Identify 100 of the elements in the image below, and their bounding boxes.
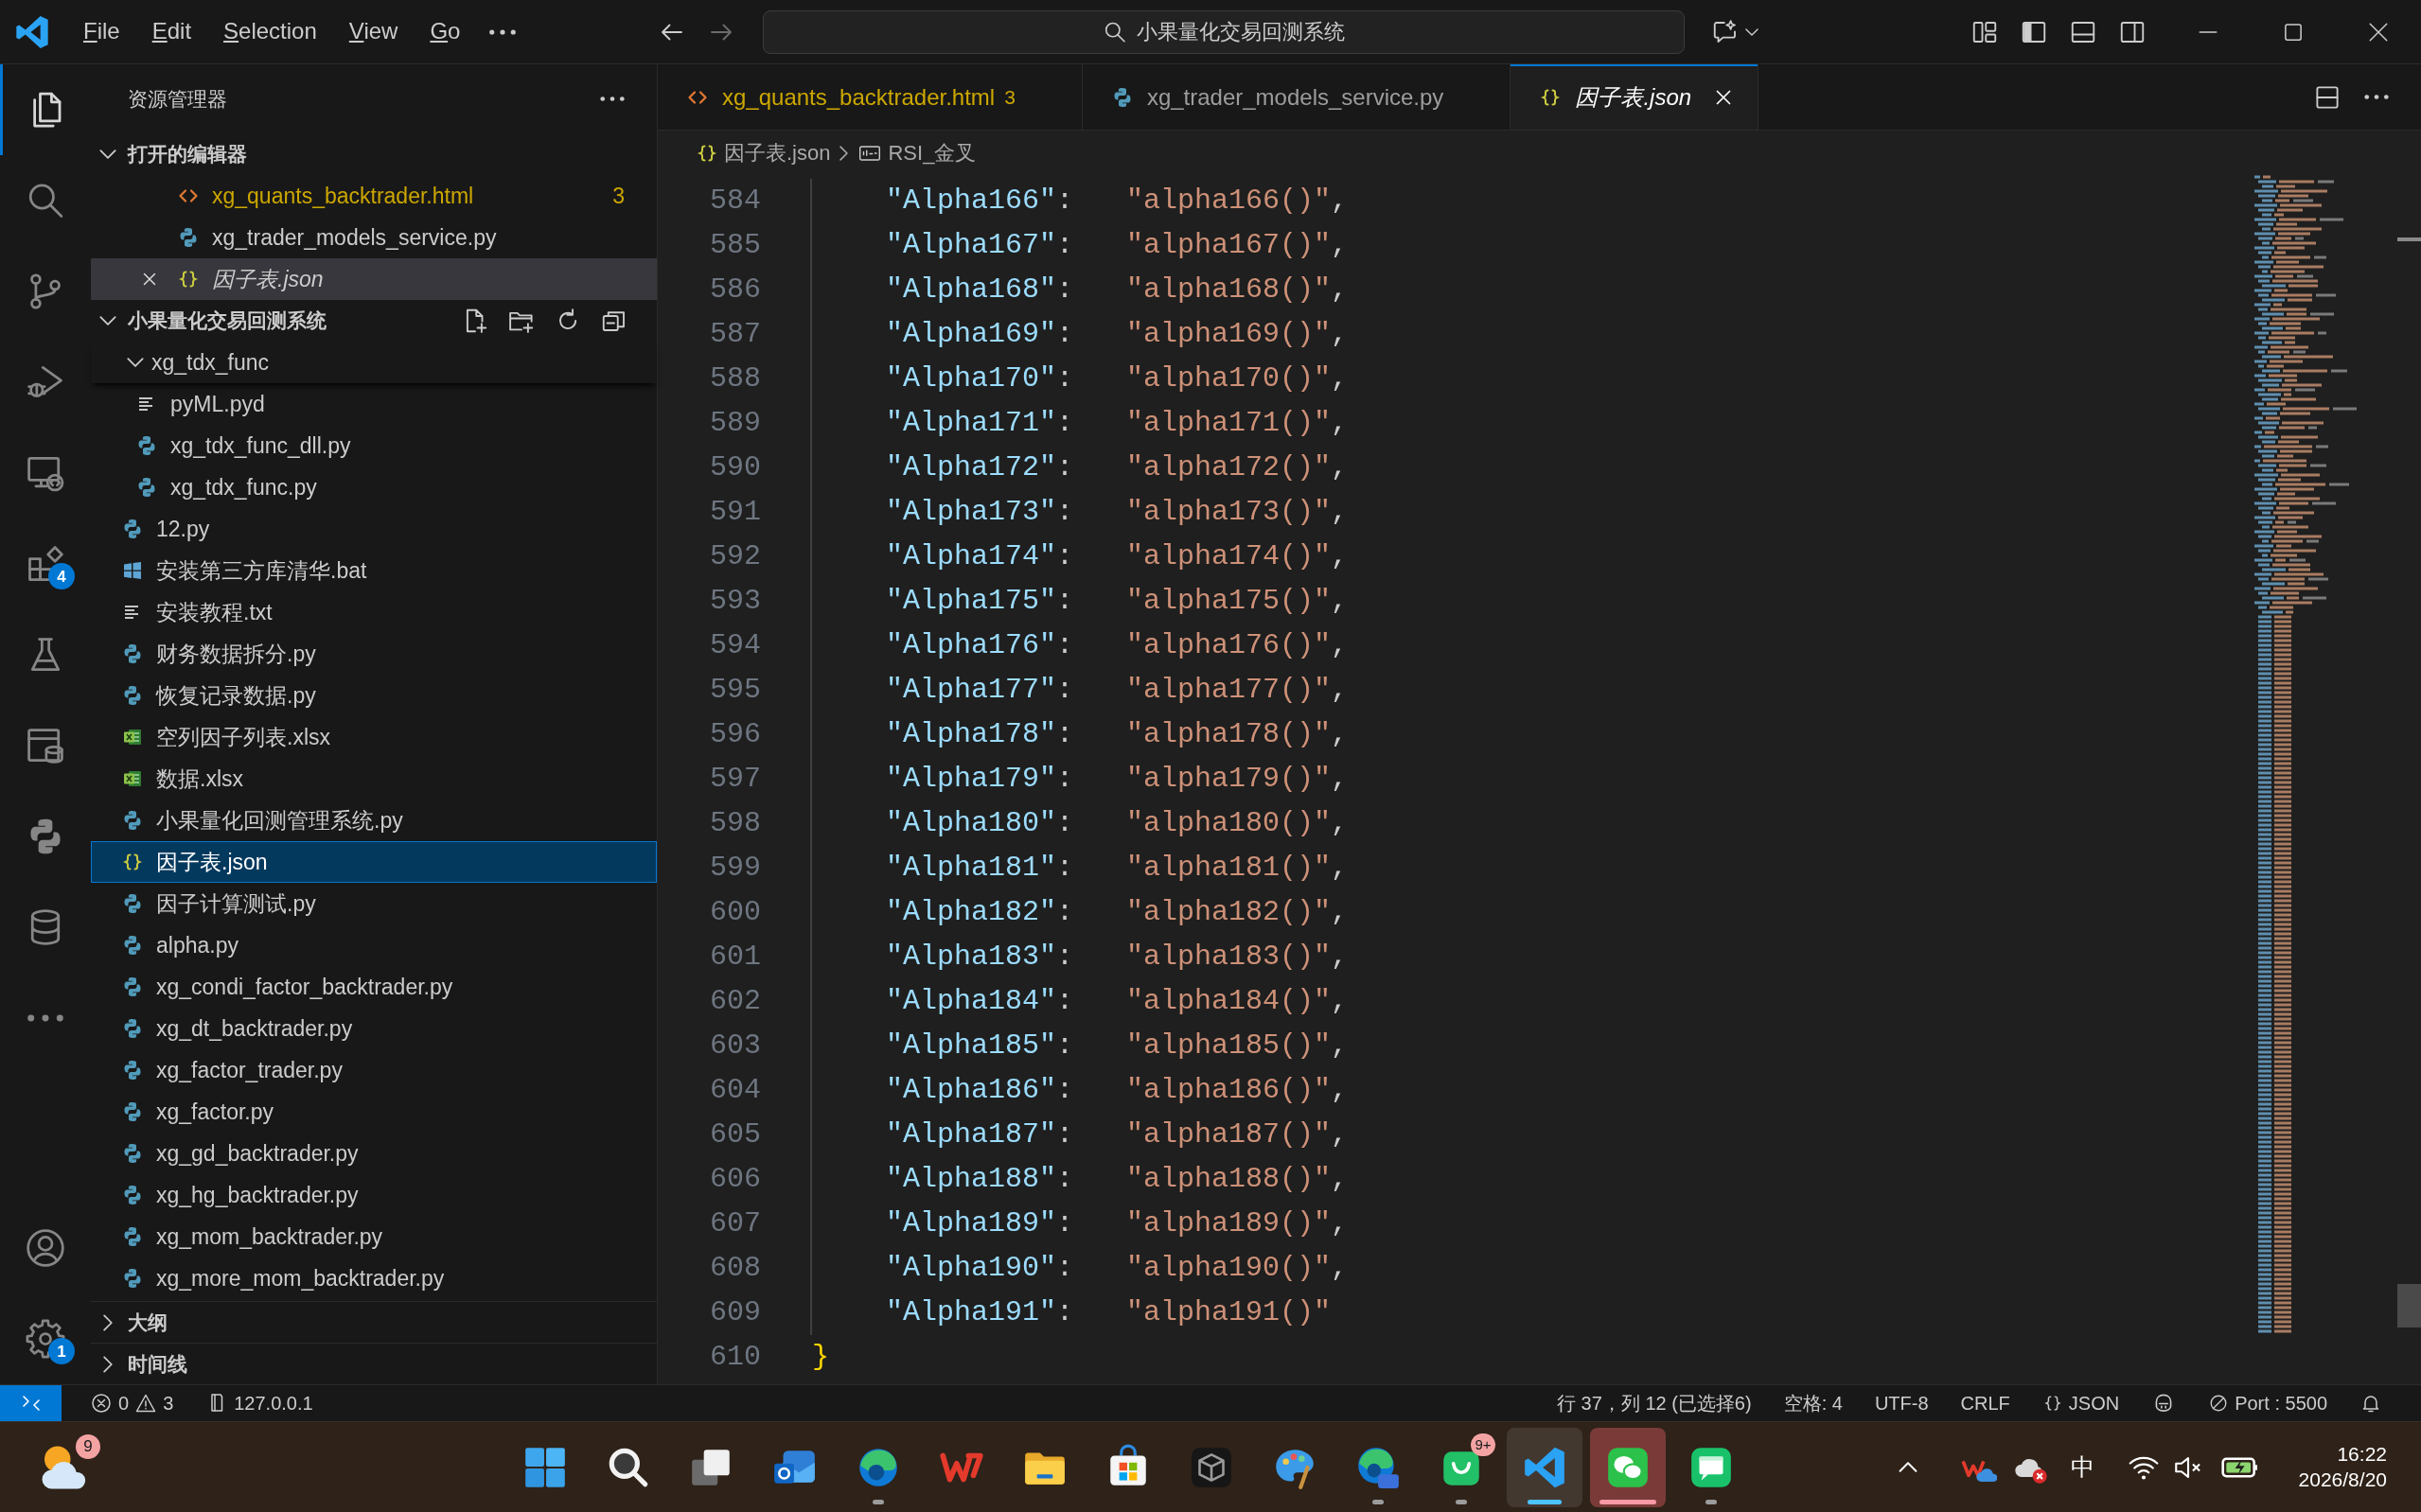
code-line: "Alpha189": "alpha189()", — [886, 1206, 1349, 1241]
taskbar-button[interactable] — [1507, 1427, 1582, 1507]
line-number: 608 — [709, 1251, 761, 1286]
line-number: 610 — [709, 1340, 761, 1375]
editor-tab[interactable]: 因子表.json — [1511, 64, 1759, 130]
menu-item[interactable]: Selection — [207, 14, 333, 49]
file-tree-item[interactable]: 小果量化回测管理系统.py — [91, 800, 657, 841]
section-title[interactable]: 时间线 — [128, 1348, 187, 1380]
line-number: 596 — [709, 717, 761, 752]
indentation-item[interactable]: 空格: 4 — [1767, 1385, 1859, 1421]
code-line: "Alpha181": "alpha181()", — [886, 851, 1349, 886]
notification-badge: 9+ — [1471, 1433, 1495, 1456]
open-editor-item[interactable]: xg_trader_models_service.py — [91, 217, 657, 258]
chevron-down-icon[interactable] — [99, 149, 116, 159]
code-line: "Alpha176": "alpha176()", — [886, 628, 1349, 663]
clock-date[interactable]: 2026/8/20 — [2298, 1467, 2387, 1492]
chevron-right-icon[interactable] — [103, 1313, 113, 1331]
open-editor-item[interactable]: xg_quants_backtrader.html 3 — [91, 175, 657, 217]
file-tree-item[interactable]: 12.py — [91, 508, 657, 550]
menu-item[interactable]: File — [67, 14, 136, 49]
line-number: 600 — [709, 895, 761, 930]
line-ending-item[interactable]: CRLF — [1944, 1385, 2026, 1421]
warning-count[interactable]: 3 — [163, 1389, 174, 1417]
problem-count: 3 — [1004, 84, 1016, 110]
code-line: "Alpha191": "alpha191()" — [886, 1295, 1332, 1330]
activity-bar-button[interactable]: 1 — [0, 1293, 91, 1384]
command-center-button[interactable]: 小果量化交易回测系统 — [763, 9, 1685, 54]
menu-item[interactable]: Edit — [135, 14, 208, 49]
open-editor-item[interactable]: 因子表.json — [91, 258, 657, 300]
tiles-file-icon — [121, 559, 144, 582]
chevron-down-icon[interactable] — [99, 316, 116, 325]
line-number: 598 — [709, 806, 761, 841]
error-count[interactable]: 0 — [118, 1389, 130, 1417]
file-tree-item[interactable]: alpha.py — [91, 924, 657, 966]
line-number: 592 — [709, 539, 761, 574]
error-icon[interactable] — [90, 1392, 113, 1415]
chevron-right-icon[interactable] — [103, 1355, 113, 1373]
line-number: 585 — [709, 228, 761, 263]
section-title[interactable]: 小果量化交易回测系统 — [128, 306, 327, 336]
file-tree-item[interactable]: xg_condi_factor_backtrader.py — [91, 966, 657, 1008]
file-tree-item[interactable]: 空列因子列表.xlsx — [91, 716, 657, 758]
language-mode-item[interactable]: JSON — [2025, 1385, 2136, 1421]
code-line: "Alpha179": "alpha179()", — [886, 762, 1349, 797]
file-tree-item[interactable]: xg_tdx_func_dll.py — [91, 425, 657, 466]
input-method-indicator[interactable]: 中 — [2070, 1449, 2094, 1486]
file-tree-item[interactable]: xg_tdx_func.py — [91, 466, 657, 508]
encoding-item[interactable]: UTF-8 — [1858, 1385, 1945, 1421]
file-tree-item[interactable]: 因子表.json — [91, 841, 657, 883]
menu-item[interactable]: Go — [414, 14, 477, 49]
code-line: "Alpha185": "alpha185()", — [886, 1029, 1349, 1064]
line-number: 599 — [709, 851, 761, 886]
file-tree-item[interactable]: 因子计算测试.py — [91, 883, 657, 924]
code-line: "Alpha169": "alpha169()", — [886, 317, 1349, 352]
file-tree-item[interactable]: xg_hg_backtrader.py — [91, 1174, 657, 1216]
clock-time[interactable]: 16:22 — [2337, 1442, 2387, 1468]
chevron-down-icon[interactable] — [1745, 27, 1758, 36]
warning-icon[interactable] — [134, 1392, 158, 1415]
code-line: "Alpha180": "alpha180()", — [886, 806, 1349, 841]
file-tree-item[interactable]: 恢复记录数据.py — [91, 675, 657, 716]
taskbar-button[interactable]: 9+ — [1423, 1427, 1499, 1507]
file-tree-item[interactable]: 安装第三方库清华.bat — [91, 550, 657, 591]
code-line: "Alpha172": "alpha172()", — [886, 450, 1349, 485]
code-line: "Alpha177": "alpha177()", — [886, 673, 1349, 708]
code-line: "Alpha184": "alpha184()", — [886, 984, 1349, 1019]
code-line: "Alpha174": "alpha174()", — [886, 539, 1349, 574]
line-number: 587 — [709, 317, 761, 352]
file-tree-item[interactable]: 财务数据拆分.py — [91, 633, 657, 675]
file-tree-item[interactable]: xg_mom_backtrader.py — [91, 1216, 657, 1257]
breadcrumb-item[interactable]: RSI_金叉 — [888, 137, 977, 168]
file-tree-item[interactable]: xg_factor.py — [91, 1091, 657, 1133]
file-tree-item[interactable]: 安装教程.txt — [91, 591, 657, 633]
code-line: "Alpha167": "alpha167()", — [886, 228, 1349, 263]
file-tree-item[interactable]: xg_tdx_func — [91, 342, 657, 383]
breadcrumb-item[interactable]: 因子表.json — [724, 137, 831, 168]
file-tree-item[interactable]: xg_more_mom_backtrader.py — [91, 1257, 657, 1299]
port-item[interactable]: Port : 5500 — [2192, 1385, 2343, 1421]
taskbar-button[interactable] — [1590, 1427, 1666, 1507]
line-number: 584 — [709, 184, 761, 219]
file-tree-item[interactable]: xg_gd_backtrader.py — [91, 1133, 657, 1174]
line-number: 588 — [709, 361, 761, 396]
scrollbar-thumb[interactable] — [2397, 1284, 2421, 1327]
more-icon[interactable] — [2364, 95, 2389, 99]
file-tree-item[interactable]: xg_dt_backtrader.py — [91, 1008, 657, 1049]
line-number: 595 — [709, 673, 761, 708]
cursor-marker-icon — [2397, 237, 2421, 241]
code-line: "Alpha175": "alpha175()", — [886, 584, 1349, 619]
file-tree-item[interactable]: pyML.pyd — [91, 383, 657, 425]
line-number: 609 — [709, 1295, 761, 1330]
more-icon[interactable] — [489, 28, 517, 35]
file-tree-item[interactable]: xg_factor_trader.py — [91, 1049, 657, 1091]
section-title[interactable]: 大纲 — [128, 1307, 168, 1338]
code-line: "Alpha186": "alpha186()", — [886, 1073, 1349, 1108]
file-tree-item[interactable]: 数据.xlsx — [91, 758, 657, 800]
host-status-item[interactable]: 127.0.0.1 — [189, 1385, 329, 1421]
activity-bar-button[interactable]: 4 — [0, 519, 91, 609]
chevron-up-icon[interactable] — [1898, 1462, 1917, 1472]
menu-item[interactable]: View — [332, 14, 415, 49]
more-icon[interactable] — [600, 97, 625, 101]
section-title[interactable]: 打开的编辑器 — [128, 139, 247, 169]
cursor-position-item[interactable]: 行 37，列 12 (已选择6) — [1541, 1385, 1768, 1421]
